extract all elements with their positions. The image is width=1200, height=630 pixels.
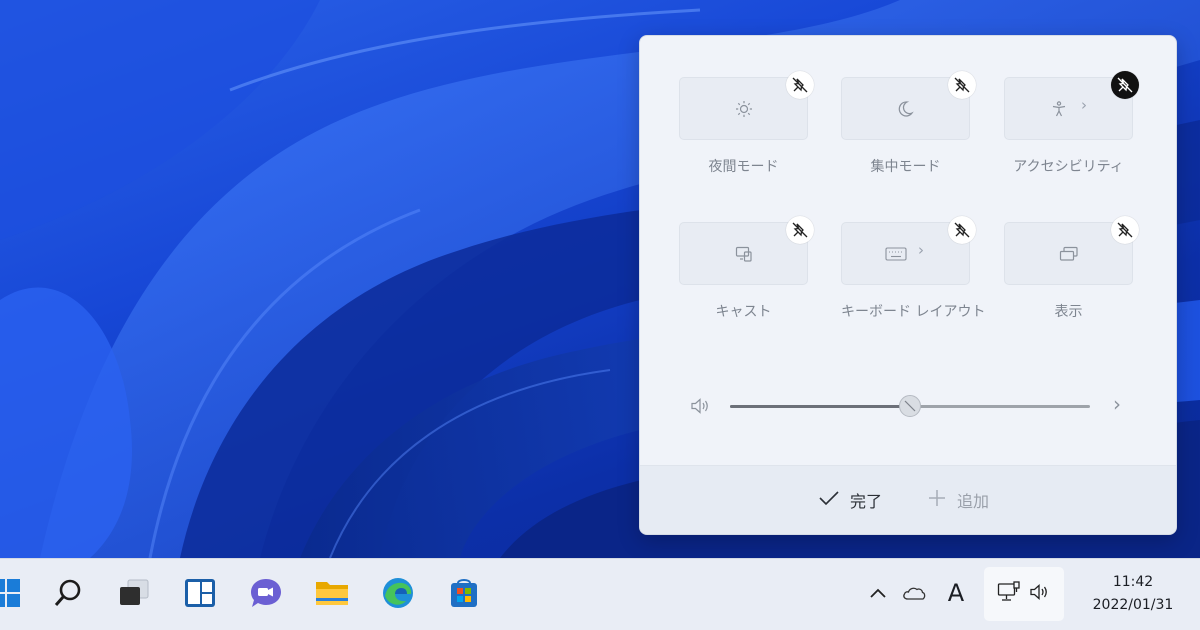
quick-settings-panel: 夜間モード 集中モード › アクセシビリティ キャスト › キーボード レイアウ… xyxy=(639,35,1177,535)
tile-label-focus-assist: 集中モード xyxy=(870,159,941,175)
keyboard-icon xyxy=(884,246,907,262)
tile-label-cast: キャスト xyxy=(715,304,772,320)
unpin-icon[interactable] xyxy=(948,216,976,244)
cast-icon xyxy=(735,245,753,263)
add-label: 追加 xyxy=(957,492,990,511)
unpin-icon[interactable] xyxy=(1111,216,1139,244)
chevron-right-icon[interactable]: › xyxy=(1113,392,1121,416)
teams-chat-icon[interactable] xyxy=(246,573,286,613)
plus-icon xyxy=(927,488,947,512)
accessibility-icon xyxy=(1050,100,1068,118)
done-button[interactable]: 完了 xyxy=(818,488,882,512)
volume-slider-row: › xyxy=(690,391,1130,421)
wired-network-icon xyxy=(997,581,1021,607)
chevron-up-icon[interactable] xyxy=(860,573,896,613)
clock-date: 2022/01/31 xyxy=(1092,597,1174,613)
volume-slider-fill xyxy=(730,405,910,408)
edge-icon[interactable] xyxy=(378,573,418,613)
windows-start-icon[interactable] xyxy=(0,573,26,613)
chevron-right-icon: › xyxy=(918,241,924,259)
checkmark-icon xyxy=(818,489,840,511)
file-explorer-icon[interactable] xyxy=(312,573,352,613)
store-icon[interactable] xyxy=(444,573,484,613)
moon-icon xyxy=(897,100,915,118)
tile-label-display: 表示 xyxy=(1054,304,1083,320)
unpin-icon[interactable] xyxy=(1111,71,1139,99)
clock-time: 11:42 xyxy=(1112,574,1154,590)
unpin-icon[interactable] xyxy=(948,71,976,99)
ime-mode-label: A xyxy=(947,579,965,607)
unpin-icon[interactable] xyxy=(786,216,814,244)
brightness-icon xyxy=(735,100,753,118)
add-button[interactable]: 追加 xyxy=(927,488,989,512)
volume-slider-thumb[interactable] xyxy=(899,395,921,417)
speaker-icon[interactable] xyxy=(690,397,712,419)
quick-settings-footer: 完了 追加 xyxy=(640,465,1176,534)
task-view-icon[interactable] xyxy=(114,573,154,613)
widgets-icon[interactable] xyxy=(180,573,220,613)
done-label: 完了 xyxy=(850,492,883,511)
tile-label-night-light: 夜間モード xyxy=(708,159,779,175)
search-icon[interactable] xyxy=(48,573,88,613)
onedrive-cloud-icon[interactable] xyxy=(896,573,932,613)
taskbar-clock[interactable]: 11:42 2022/01/31 xyxy=(1074,571,1192,617)
ime-language-indicator[interactable]: A xyxy=(938,573,974,613)
network-volume-tray-button[interactable] xyxy=(984,567,1064,621)
volume-slider[interactable] xyxy=(730,395,1090,417)
taskbar: A 11:42 2022/01/31 xyxy=(0,558,1200,630)
tile-label-accessibility: アクセシビリティ xyxy=(1013,159,1124,175)
display-icon xyxy=(1059,246,1079,262)
volume-icon xyxy=(1029,583,1051,605)
unpin-icon[interactable] xyxy=(786,71,814,99)
tile-label-keyboard-layout: キーボード レイアウト xyxy=(841,304,986,320)
chevron-right-icon: › xyxy=(1081,96,1087,114)
